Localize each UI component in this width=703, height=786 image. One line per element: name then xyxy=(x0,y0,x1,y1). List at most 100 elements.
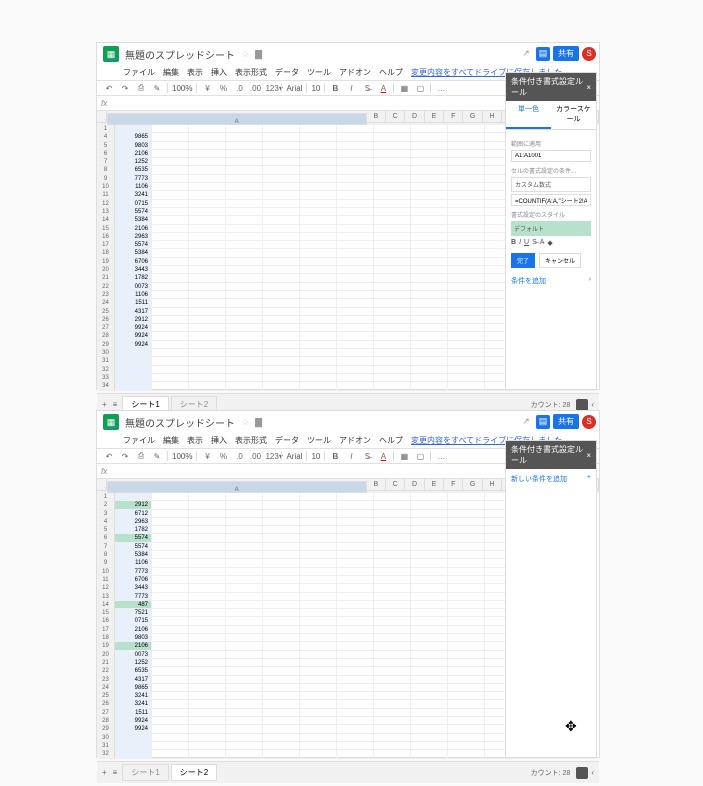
cell[interactable] xyxy=(263,357,300,365)
cell[interactable] xyxy=(189,208,226,216)
all-sheets-icon[interactable]: ≡ xyxy=(110,399,121,410)
cell[interactable] xyxy=(374,366,411,374)
cell[interactable] xyxy=(300,584,337,592)
cell[interactable] xyxy=(300,651,337,659)
cell[interactable] xyxy=(189,274,226,282)
cell[interactable] xyxy=(337,208,374,216)
cell[interactable] xyxy=(300,357,337,365)
col-G[interactable]: G xyxy=(463,111,482,123)
fill-icon[interactable]: ▦ xyxy=(398,452,410,461)
cell[interactable] xyxy=(337,266,374,274)
menu-insert[interactable]: 挿入 xyxy=(211,67,227,78)
cell[interactable] xyxy=(411,357,448,365)
cell[interactable] xyxy=(374,734,411,742)
cell[interactable] xyxy=(263,493,300,501)
cell[interactable] xyxy=(189,559,226,567)
cell[interactable] xyxy=(263,526,300,534)
cell[interactable]: 6706 xyxy=(115,258,152,266)
row-header[interactable]: 31 xyxy=(97,742,115,750)
cell[interactable] xyxy=(226,200,263,208)
cell[interactable] xyxy=(263,684,300,692)
cell[interactable] xyxy=(226,501,263,509)
row-header[interactable]: 1 xyxy=(97,493,115,501)
cell[interactable] xyxy=(189,667,226,675)
col-H[interactable]: H xyxy=(483,111,502,123)
cell[interactable] xyxy=(374,216,411,224)
cell[interactable] xyxy=(411,208,448,216)
row-header[interactable]: 34 xyxy=(97,382,115,390)
cell[interactable] xyxy=(152,626,189,634)
cell[interactable] xyxy=(448,717,485,725)
cell[interactable] xyxy=(189,341,226,349)
cell[interactable] xyxy=(337,349,374,357)
bold-icon[interactable]: B xyxy=(511,239,516,247)
menu-addons[interactable]: アドオン xyxy=(339,435,371,446)
cell[interactable] xyxy=(263,183,300,191)
cell[interactable] xyxy=(300,534,337,542)
cell[interactable] xyxy=(300,341,337,349)
cell[interactable] xyxy=(300,725,337,733)
cell[interactable] xyxy=(152,200,189,208)
cell[interactable] xyxy=(337,241,374,249)
row-header[interactable]: 4 xyxy=(97,133,115,141)
cell[interactable] xyxy=(337,634,374,642)
cell[interactable] xyxy=(337,559,374,567)
row-header[interactable]: 27 xyxy=(97,324,115,332)
cell[interactable] xyxy=(300,324,337,332)
menu-data[interactable]: データ xyxy=(275,67,299,78)
cell[interactable] xyxy=(300,601,337,609)
cell[interactable] xyxy=(226,274,263,282)
cell[interactable] xyxy=(448,684,485,692)
cell[interactable] xyxy=(152,166,189,174)
cell[interactable] xyxy=(374,200,411,208)
col-E[interactable]: E xyxy=(425,479,444,491)
cell[interactable] xyxy=(226,717,263,725)
bold-icon[interactable]: B xyxy=(329,84,341,93)
row-header[interactable]: 6 xyxy=(97,150,115,158)
cell[interactable] xyxy=(226,166,263,174)
cell[interactable] xyxy=(374,651,411,659)
cell[interactable] xyxy=(263,166,300,174)
col-F[interactable]: F xyxy=(444,479,463,491)
cell[interactable]: 1252 xyxy=(115,158,152,166)
cell[interactable] xyxy=(448,568,485,576)
cell[interactable]: 6706 xyxy=(115,576,152,584)
cell[interactable] xyxy=(189,349,226,357)
cell[interactable] xyxy=(300,659,337,667)
cell[interactable] xyxy=(300,133,337,141)
cell[interactable] xyxy=(189,601,226,609)
cell[interactable]: 3241 xyxy=(115,191,152,199)
cell[interactable] xyxy=(337,659,374,667)
cell[interactable] xyxy=(300,750,337,758)
cell[interactable]: 6712 xyxy=(115,510,152,518)
row-header[interactable]: 22 xyxy=(97,283,115,291)
cell[interactable] xyxy=(448,742,485,750)
cell[interactable] xyxy=(337,543,374,551)
cell[interactable] xyxy=(226,366,263,374)
avatar[interactable]: S xyxy=(582,47,596,61)
row-header[interactable]: 32 xyxy=(97,366,115,374)
cell[interactable] xyxy=(448,208,485,216)
cell[interactable] xyxy=(189,249,226,257)
cell[interactable] xyxy=(448,725,485,733)
cell[interactable] xyxy=(374,526,411,534)
cell[interactable]: 4317 xyxy=(115,676,152,684)
row-header[interactable]: 14 xyxy=(97,216,115,224)
row-header[interactable]: 28 xyxy=(97,717,115,725)
font[interactable]: Arial xyxy=(286,452,302,461)
cell[interactable] xyxy=(189,382,226,390)
cell[interactable] xyxy=(152,274,189,282)
cell[interactable] xyxy=(226,634,263,642)
cell[interactable] xyxy=(411,382,448,390)
cell[interactable] xyxy=(411,568,448,576)
cell[interactable] xyxy=(152,568,189,576)
cell[interactable] xyxy=(263,274,300,282)
col-A[interactable]: A xyxy=(107,481,367,493)
cell[interactable] xyxy=(448,667,485,675)
cell[interactable] xyxy=(189,501,226,509)
cell[interactable] xyxy=(374,125,411,133)
cell[interactable] xyxy=(300,175,337,183)
strike-icon[interactable]: S̶ xyxy=(361,452,373,461)
cell[interactable] xyxy=(448,291,485,299)
row-header[interactable]: 30 xyxy=(97,349,115,357)
